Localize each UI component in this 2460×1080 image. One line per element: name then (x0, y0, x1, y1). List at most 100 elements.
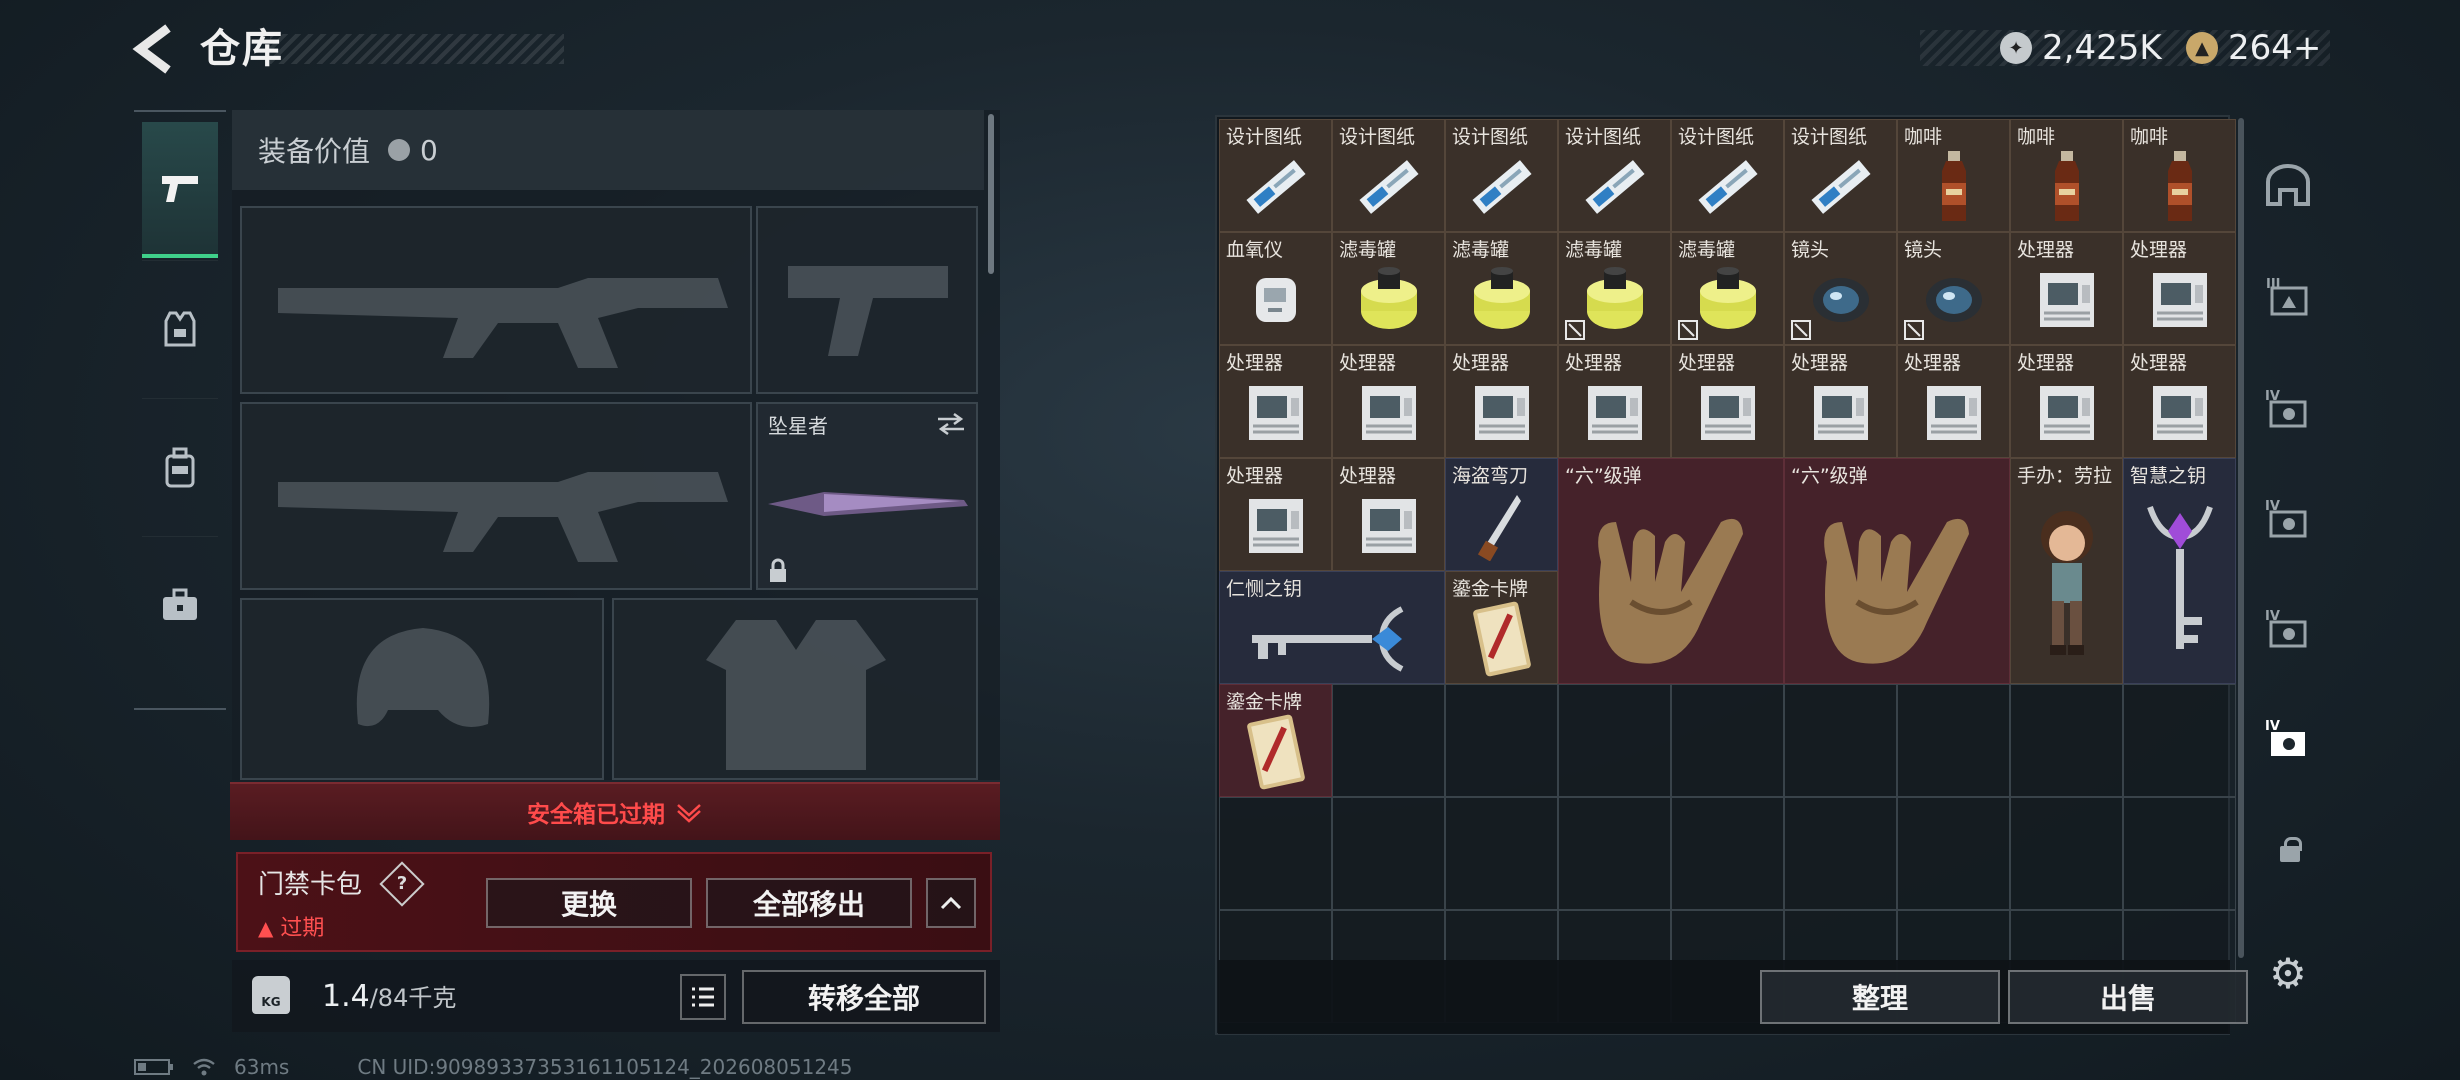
storage-item[interactable]: 手办：劳拉 (2010, 458, 2123, 684)
empty-slot[interactable] (1219, 797, 1332, 910)
help-button[interactable]: ? (379, 861, 425, 907)
sort-button[interactable]: 整理 (1760, 970, 2000, 1024)
item-name: 咖啡 (2017, 126, 2056, 148)
weapons-tab[interactable] (142, 122, 218, 258)
secondary-weapon-slot[interactable] (240, 402, 752, 590)
storage-item[interactable]: 滤毒罐 (1332, 232, 1445, 345)
empty-slot[interactable] (1897, 684, 2010, 797)
storage-item[interactable]: 咖啡 (1897, 119, 2010, 232)
equipment-value-label: 装备价值 (258, 135, 371, 168)
empty-slot[interactable] (2010, 684, 2123, 797)
storage-item[interactable]: 设计图纸 (1558, 119, 1671, 232)
sell-button[interactable]: 出售 (2008, 970, 2248, 1024)
storage-item[interactable]: 设计图纸 (1671, 119, 1784, 232)
blueprint-icon (1672, 146, 1783, 227)
empty-slot[interactable] (2123, 797, 2236, 910)
storage-item[interactable]: 处理器 (2010, 345, 2123, 458)
empty-slot[interactable] (1784, 797, 1897, 910)
empty-slot[interactable] (1332, 684, 1445, 797)
item-name: 设计图纸 (1678, 126, 1755, 148)
storage-item[interactable]: “六”级弹 (1558, 458, 1784, 684)
replace-button[interactable]: 更换 (486, 878, 692, 928)
melee-slot[interactable]: 坠星者 (756, 402, 978, 590)
storage-item[interactable]: 仁恻之钥 (1219, 571, 1445, 684)
settings-button[interactable]: ⚙ (2264, 950, 2312, 998)
expired-status: ▲ 过期 (258, 910, 324, 942)
equipment-scrollbar[interactable] (988, 114, 994, 274)
storage-item[interactable]: 咖啡 (2123, 119, 2236, 232)
sidearm-slot[interactable] (756, 206, 978, 394)
storage-home-tab[interactable] (2252, 150, 2324, 222)
storage-item[interactable]: 处理器 (1784, 345, 1897, 458)
storage-scrollbar[interactable] (2238, 118, 2244, 958)
storage-item[interactable]: 处理器 (1332, 458, 1445, 571)
storage-item[interactable]: 海盗弯刀 (1445, 458, 1558, 571)
safe-box-expired-banner[interactable]: 安全箱已过期 (230, 782, 1000, 840)
access-card-pack-row: 门禁卡包 ? ▲ 过期 更换 全部移出 (236, 852, 992, 952)
storage-item[interactable]: 智慧之钥 (2123, 458, 2236, 684)
storage-page-3-tab[interactable]: III (2252, 260, 2324, 332)
storage-item[interactable]: 设计图纸 (1219, 119, 1332, 232)
empty-slot[interactable] (1784, 684, 1897, 797)
armor-slot[interactable] (612, 598, 978, 780)
storage-item[interactable]: 镜头 (1897, 232, 2010, 345)
storage-item[interactable]: 处理器 (2010, 232, 2123, 345)
empty-slot[interactable] (1445, 684, 1558, 797)
swap-icon[interactable] (936, 412, 966, 436)
storage-item[interactable]: 鎏金卡牌 (1219, 684, 1332, 797)
gold-currency[interactable]: ▲ 264+ (2186, 26, 2321, 70)
empty-slot[interactable] (1445, 797, 1558, 910)
storage-item[interactable]: 处理器 (2123, 232, 2236, 345)
storage-page-4a-tab[interactable]: IV (2252, 372, 2324, 444)
empty-slot[interactable] (1558, 797, 1671, 910)
move-all-out-button[interactable]: 全部移出 (706, 878, 912, 928)
storage-item[interactable]: 处理器 (1219, 458, 1332, 571)
empty-slot[interactable] (2010, 797, 2123, 910)
storage-item[interactable]: “六”级弹 (1784, 458, 2010, 684)
storage-item[interactable]: 血氧仪 (1219, 232, 1332, 345)
storage-item[interactable]: 处理器 (1445, 345, 1558, 458)
ping-text: 63ms (234, 1055, 290, 1079)
item-name: 仁恻之钥 (1226, 578, 1303, 600)
storage-page-4c-tab[interactable]: IV (2252, 592, 2324, 664)
empty-slot[interactable] (1671, 684, 1784, 797)
vault-icon (2266, 164, 2310, 206)
storage-item[interactable]: 镜头 (1784, 232, 1897, 345)
empty-slot[interactable] (2123, 684, 2236, 797)
storage-item[interactable]: 处理器 (1332, 345, 1445, 458)
chevron-up-icon (940, 896, 962, 910)
item-name: 处理器 (2017, 352, 2075, 374)
storage-item[interactable]: 滤毒罐 (1671, 232, 1784, 345)
transfer-all-button[interactable]: 转移全部 (742, 970, 986, 1024)
storage-item[interactable]: 处理器 (1671, 345, 1784, 458)
collapse-button[interactable] (926, 878, 976, 928)
storage-item[interactable]: 滤毒罐 (1445, 232, 1558, 345)
storage-item[interactable]: 处理器 (1897, 345, 2010, 458)
empty-slot[interactable] (1897, 797, 2010, 910)
backpack-tab[interactable] (142, 398, 218, 534)
gold-coin-icon: ▲ (2186, 32, 2218, 64)
storage-item[interactable]: 设计图纸 (1445, 119, 1558, 232)
armor-tab[interactable] (142, 260, 218, 396)
storage-page-4b-tab[interactable]: IV (2252, 482, 2324, 554)
empty-slot[interactable] (1558, 684, 1671, 797)
primary-weapon-slot[interactable] (240, 206, 752, 394)
storage-item[interactable]: 设计图纸 (1784, 119, 1897, 232)
storage-page-4d-tab[interactable]: IV (2252, 702, 2324, 774)
storage-item[interactable]: 处理器 (2123, 345, 2236, 458)
storage-item[interactable]: 鎏金卡牌 (1445, 571, 1558, 684)
empty-slot[interactable] (1332, 797, 1445, 910)
empty-slot[interactable] (1671, 797, 1784, 910)
item-name: 手办：劳拉 (2017, 465, 2113, 487)
back-button[interactable] (130, 22, 178, 76)
storage-item[interactable]: 设计图纸 (1332, 119, 1445, 232)
storage-item[interactable]: 处理器 (1558, 345, 1671, 458)
storage-item[interactable]: 咖啡 (2010, 119, 2123, 232)
case-iv-icon: IV (2265, 609, 2307, 648)
list-view-button[interactable] (680, 974, 726, 1020)
storage-item[interactable]: 滤毒罐 (1558, 232, 1671, 345)
helmet-slot[interactable] (240, 598, 604, 780)
storage-item[interactable]: 处理器 (1219, 345, 1332, 458)
item-name: 海盗弯刀 (1452, 465, 1529, 487)
case-tab[interactable] (142, 536, 218, 672)
